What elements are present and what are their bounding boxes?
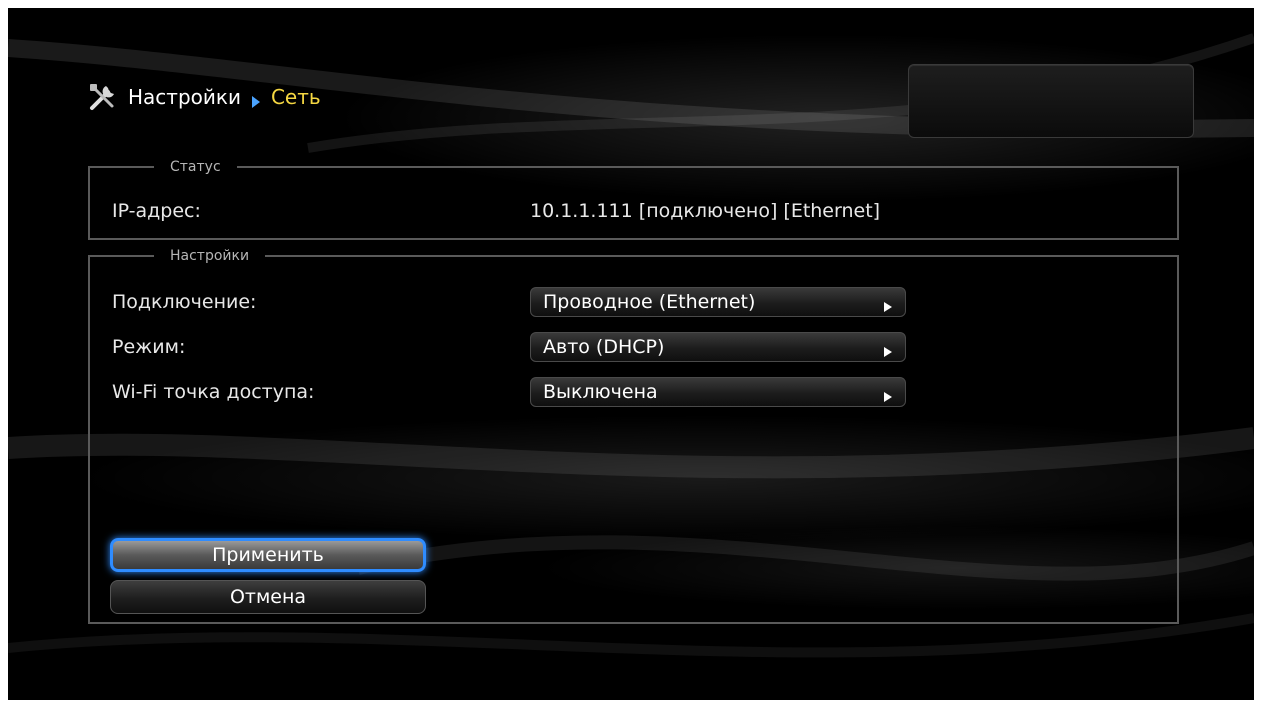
settings-group: Настройки Подключение: Проводное (Ethern…: [88, 248, 1179, 624]
cancel-button[interactable]: Отмена: [110, 580, 426, 614]
status-group: Статус IP-адрес: 10.1.1.111 [подключено]…: [88, 159, 1179, 240]
mode-select[interactable]: Авто (DHCP): [530, 332, 906, 362]
breadcrumb: Настройки Сеть: [88, 80, 321, 114]
network-settings-screen: Настройки Сеть Статус IP-адрес: 10.1.1.1…: [8, 8, 1254, 700]
wifi-hotspot-label: Wi-Fi точка доступа:: [112, 381, 315, 403]
wifi-hotspot-row: Wi-Fi точка доступа: Выключена: [112, 376, 1177, 408]
breadcrumb-root: Настройки: [128, 85, 241, 109]
arrow-right-icon: [883, 341, 893, 357]
wifi-hotspot-select-value: Выключена: [543, 381, 658, 403]
status-legend: Статус: [170, 159, 221, 175]
breadcrumb-current: Сеть: [270, 85, 321, 109]
apply-button[interactable]: Применить: [110, 538, 426, 572]
mode-label: Режим:: [112, 336, 186, 358]
arrow-right-icon: [883, 386, 893, 402]
arrow-right-icon: [883, 296, 893, 312]
connection-row: Подключение: Проводное (Ethernet): [112, 286, 1177, 318]
mode-row: Режим: Авто (DHCP): [112, 331, 1177, 363]
triangle-right-icon: [251, 90, 261, 108]
ip-address-value: 10.1.1.111 [подключено] [Ethernet]: [530, 200, 881, 222]
wifi-hotspot-select[interactable]: Выключена: [530, 377, 906, 407]
tools-icon: [88, 82, 118, 112]
mode-select-value: Авто (DHCP): [543, 336, 665, 358]
settings-legend: Настройки: [170, 248, 250, 264]
connection-label: Подключение:: [112, 291, 257, 313]
ip-address-row: IP-адрес: 10.1.1.111 [подключено] [Ether…: [112, 195, 1177, 227]
info-panel: [908, 64, 1194, 138]
connection-select-value: Проводное (Ethernet): [543, 291, 756, 313]
ip-address-label: IP-адрес:: [112, 200, 201, 222]
connection-select[interactable]: Проводное (Ethernet): [530, 287, 906, 317]
